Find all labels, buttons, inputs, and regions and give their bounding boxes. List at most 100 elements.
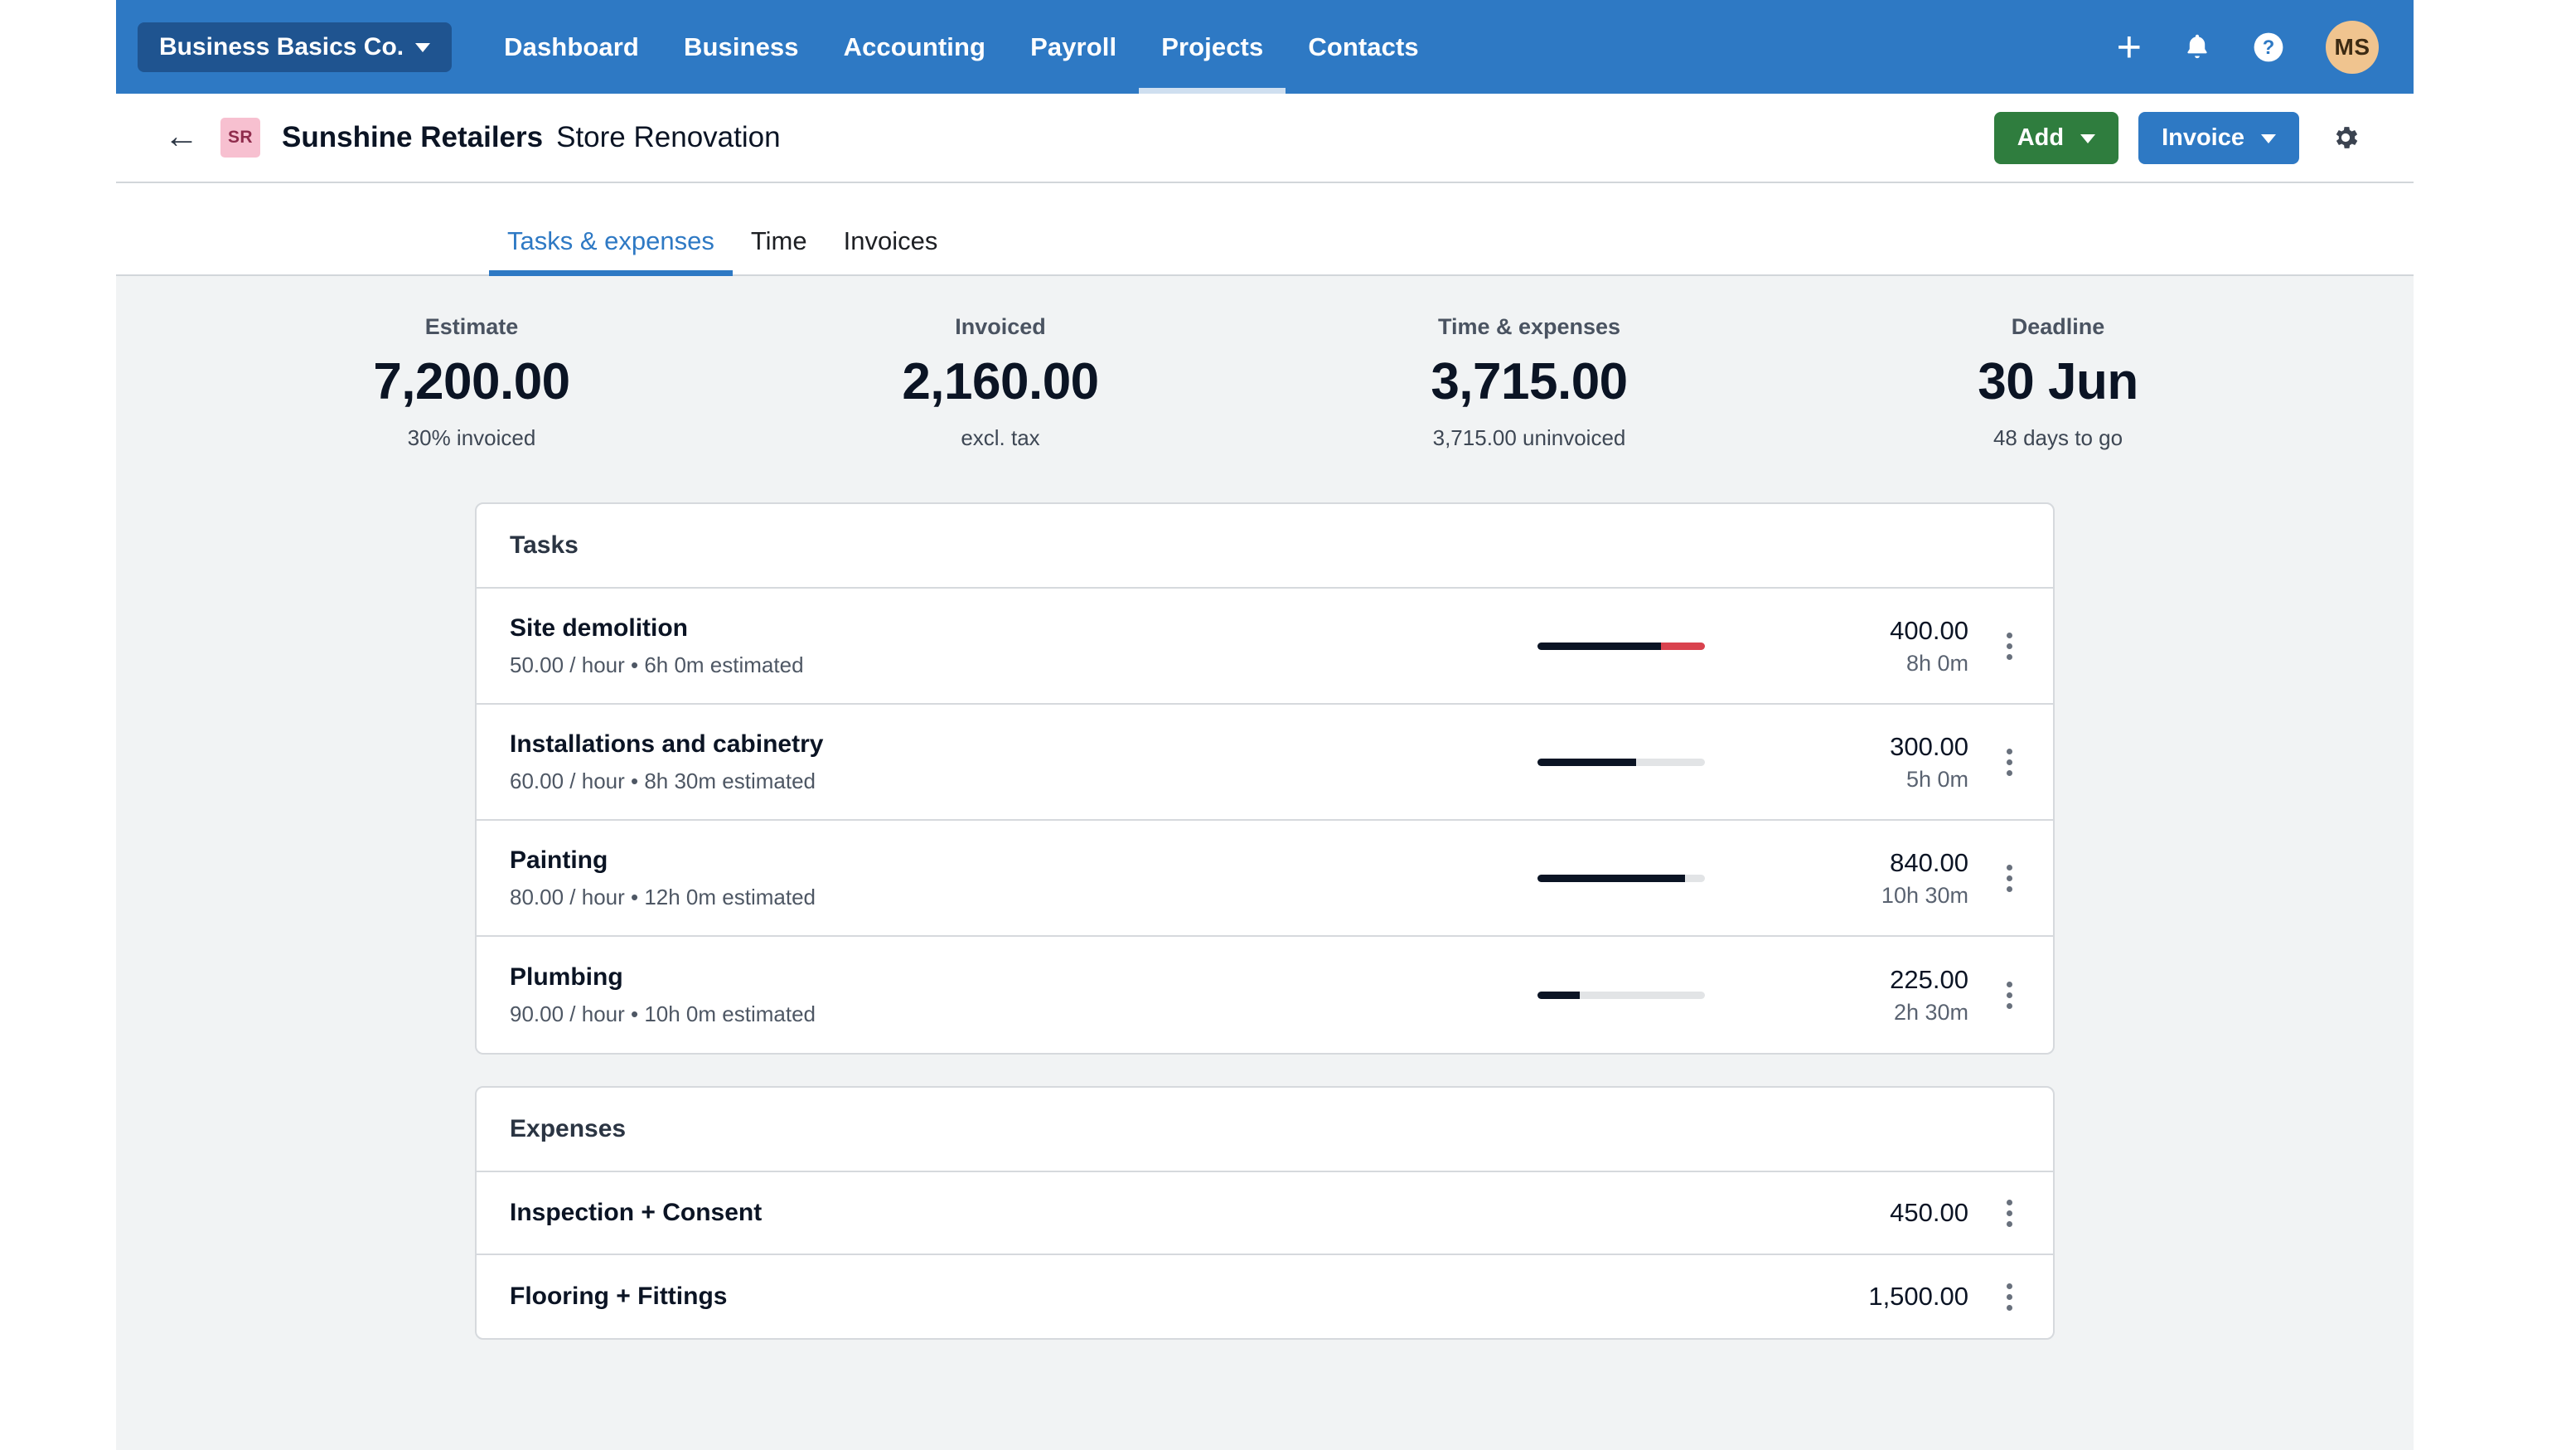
stat-sublabel: 3,715.00 uninvoiced	[1432, 425, 1626, 451]
nav-link-projects[interactable]: Projects	[1139, 0, 1286, 94]
task-detail: 90.00 / hour • 10h 0m estimated	[510, 1001, 816, 1026]
task-info: Painting 80.00 / hour • 12h 0m estimated	[510, 846, 1504, 910]
chevron-down-icon	[415, 43, 431, 52]
task-progress-fill	[1537, 874, 1685, 882]
bell-icon[interactable]	[2183, 32, 2211, 63]
svg-text:?: ?	[2263, 36, 2275, 59]
expense-total: 450.00	[1745, 1197, 1987, 1229]
task-progress-fill	[1537, 758, 1637, 766]
top-nav-actions: + ? MS	[2117, 20, 2385, 74]
task-name: Site demolition	[510, 613, 689, 642]
task-amount: 300.00	[1890, 732, 1968, 762]
stat-deadline: Deadline 30 Jun 48 days to go	[1794, 314, 2322, 451]
expense-row[interactable]: Inspection + Consent 450.00	[477, 1172, 2053, 1256]
back-arrow-icon[interactable]: ←	[164, 119, 199, 153]
client-name: Sunshine Retailers	[282, 121, 544, 153]
task-amount: 400.00	[1890, 616, 1968, 646]
add-button-label: Add	[2017, 124, 2065, 151]
expense-info: Flooring + Fittings	[510, 1283, 1745, 1311]
task-row[interactable]: Painting 80.00 / hour • 12h 0m estimated 8…	[477, 821, 2053, 938]
stat-estimate: Estimate 7,200.00 30% invoiced	[207, 314, 736, 451]
kebab-menu-icon[interactable]	[1987, 981, 2031, 1009]
task-row[interactable]: Site demolition 50.00 / hour • 6h 0m esti…	[477, 589, 2053, 706]
task-detail: 50.00 / hour • 6h 0m estimated	[510, 652, 804, 677]
stat-sublabel: excl. tax	[961, 425, 1040, 451]
kebab-menu-icon[interactable]	[1987, 748, 2031, 776]
page-title: Store Renovation	[556, 121, 781, 153]
tab-time[interactable]: Time	[733, 226, 826, 274]
task-row[interactable]: Installations and cabinetry 60.00 / hour …	[477, 705, 2053, 822]
task-detail: 80.00 / hour • 12h 0m estimated	[510, 884, 816, 909]
task-info: Installations and cabinetry 60.00 / hour …	[510, 730, 1504, 794]
nav-link-contacts[interactable]: Contacts	[1286, 0, 1441, 94]
expense-name: Inspection + Consent	[510, 1199, 763, 1227]
expense-row[interactable]: Flooring + Fittings 1,500.00	[477, 1255, 2053, 1338]
task-progress-overrun	[1661, 642, 1705, 650]
expense-amount: 1,500.00	[1868, 1281, 1968, 1311]
task-progress-wrapper	[1504, 642, 1745, 650]
tasks-list: Site demolition 50.00 / hour • 6h 0m esti…	[477, 589, 2053, 1053]
stat-sublabel: 30% invoiced	[407, 425, 536, 451]
organisation-name: Business Basics Co.	[159, 32, 404, 61]
nav-link-business[interactable]: Business	[661, 0, 821, 94]
task-hours: 2h 30m	[1893, 999, 1968, 1025]
project-header: ← SR Sunshine Retailers Store Renovation…	[116, 94, 2414, 183]
task-totals: 300.00 5h 0m	[1745, 731, 1987, 793]
nav-link-dashboard[interactable]: Dashboard	[482, 0, 661, 94]
expenses-card-title: Expenses	[477, 1088, 2053, 1173]
kebab-menu-icon[interactable]	[1987, 1199, 2031, 1227]
stat-time-expenses: Time & expenses 3,715.00 3,715.00 uninvoic…	[1265, 314, 1794, 451]
tab-invoices[interactable]: Invoices	[826, 226, 956, 274]
task-info: Site demolition 50.00 / hour • 6h 0m esti…	[510, 614, 1504, 678]
expenses-list: Inspection + Consent 450.00 Flooring + Fit…	[477, 1172, 2053, 1338]
expenses-card: Expenses Inspection + Consent 450.00 Floor…	[475, 1086, 2055, 1341]
stat-value: 3,715.00	[1431, 353, 1628, 410]
task-totals: 840.00 10h 30m	[1745, 847, 1987, 909]
stat-value: 30 Jun	[1978, 353, 2138, 410]
nav-link-payroll[interactable]: Payroll	[1008, 0, 1139, 94]
invoice-button[interactable]: Invoice	[2138, 111, 2299, 164]
client-initials-badge: SR	[220, 118, 260, 158]
task-detail: 60.00 / hour • 8h 30m estimated	[510, 768, 816, 793]
add-button[interactable]: Add	[1993, 111, 2119, 164]
stat-label: Estimate	[424, 314, 519, 339]
chevron-down-icon	[2261, 133, 2276, 143]
task-totals: 225.00 2h 30m	[1745, 964, 1987, 1026]
task-amount: 225.00	[1890, 965, 1968, 995]
task-progress-bar	[1537, 642, 1705, 650]
tasks-card: Tasks Site demolition 50.00 / hour • 6h 0…	[475, 502, 2055, 1055]
help-icon[interactable]: ?	[2253, 32, 2284, 63]
task-hours: 8h 0m	[1905, 650, 1968, 676]
task-amount: 840.00	[1890, 848, 1968, 878]
task-name: Painting	[510, 846, 608, 874]
kebab-menu-icon[interactable]	[1987, 864, 2031, 892]
stat-invoiced: Invoiced 2,160.00 excl. tax	[736, 314, 1265, 451]
project-header-actions: Add Invoice	[1993, 111, 2361, 164]
avatar[interactable]: MS	[2326, 20, 2379, 74]
primary-nav-links: Dashboard Business Accounting Payroll Projec…	[482, 0, 1441, 94]
tab-tasks-expenses[interactable]: Tasks & expenses	[489, 226, 733, 276]
task-info: Plumbing 90.00 / hour • 10h 0m estimated	[510, 963, 1504, 1027]
task-progress-bar	[1537, 874, 1705, 882]
task-progress-fill	[1537, 642, 1662, 650]
stat-value: 2,160.00	[902, 353, 1099, 410]
app-window: Business Basics Co. Dashboard Business Acc…	[116, 0, 2414, 1450]
invoice-button-label: Invoice	[2162, 124, 2244, 151]
kebab-menu-icon[interactable]	[1987, 632, 2031, 660]
kebab-menu-icon[interactable]	[1987, 1283, 2031, 1311]
task-row[interactable]: Plumbing 90.00 / hour • 10h 0m estimated 2…	[477, 937, 2053, 1053]
stat-label: Time & expenses	[1437, 314, 1621, 339]
tasks-card-title: Tasks	[477, 504, 2053, 589]
task-progress-wrapper	[1504, 874, 1745, 882]
task-hours: 10h 30m	[1881, 882, 1968, 908]
nav-link-accounting[interactable]: Accounting	[821, 0, 1009, 94]
top-navigation-bar: Business Basics Co. Dashboard Business Acc…	[116, 0, 2414, 94]
expense-amount: 450.00	[1890, 1197, 1968, 1227]
task-name: Installations and cabinetry	[510, 730, 824, 758]
task-progress-fill	[1537, 991, 1580, 999]
stat-value: 7,200.00	[373, 353, 570, 410]
plus-icon[interactable]: +	[2117, 26, 2142, 69]
gear-icon[interactable]	[2331, 123, 2361, 153]
task-progress-bar	[1537, 758, 1705, 766]
organisation-switcher[interactable]: Business Basics Co.	[138, 22, 453, 72]
